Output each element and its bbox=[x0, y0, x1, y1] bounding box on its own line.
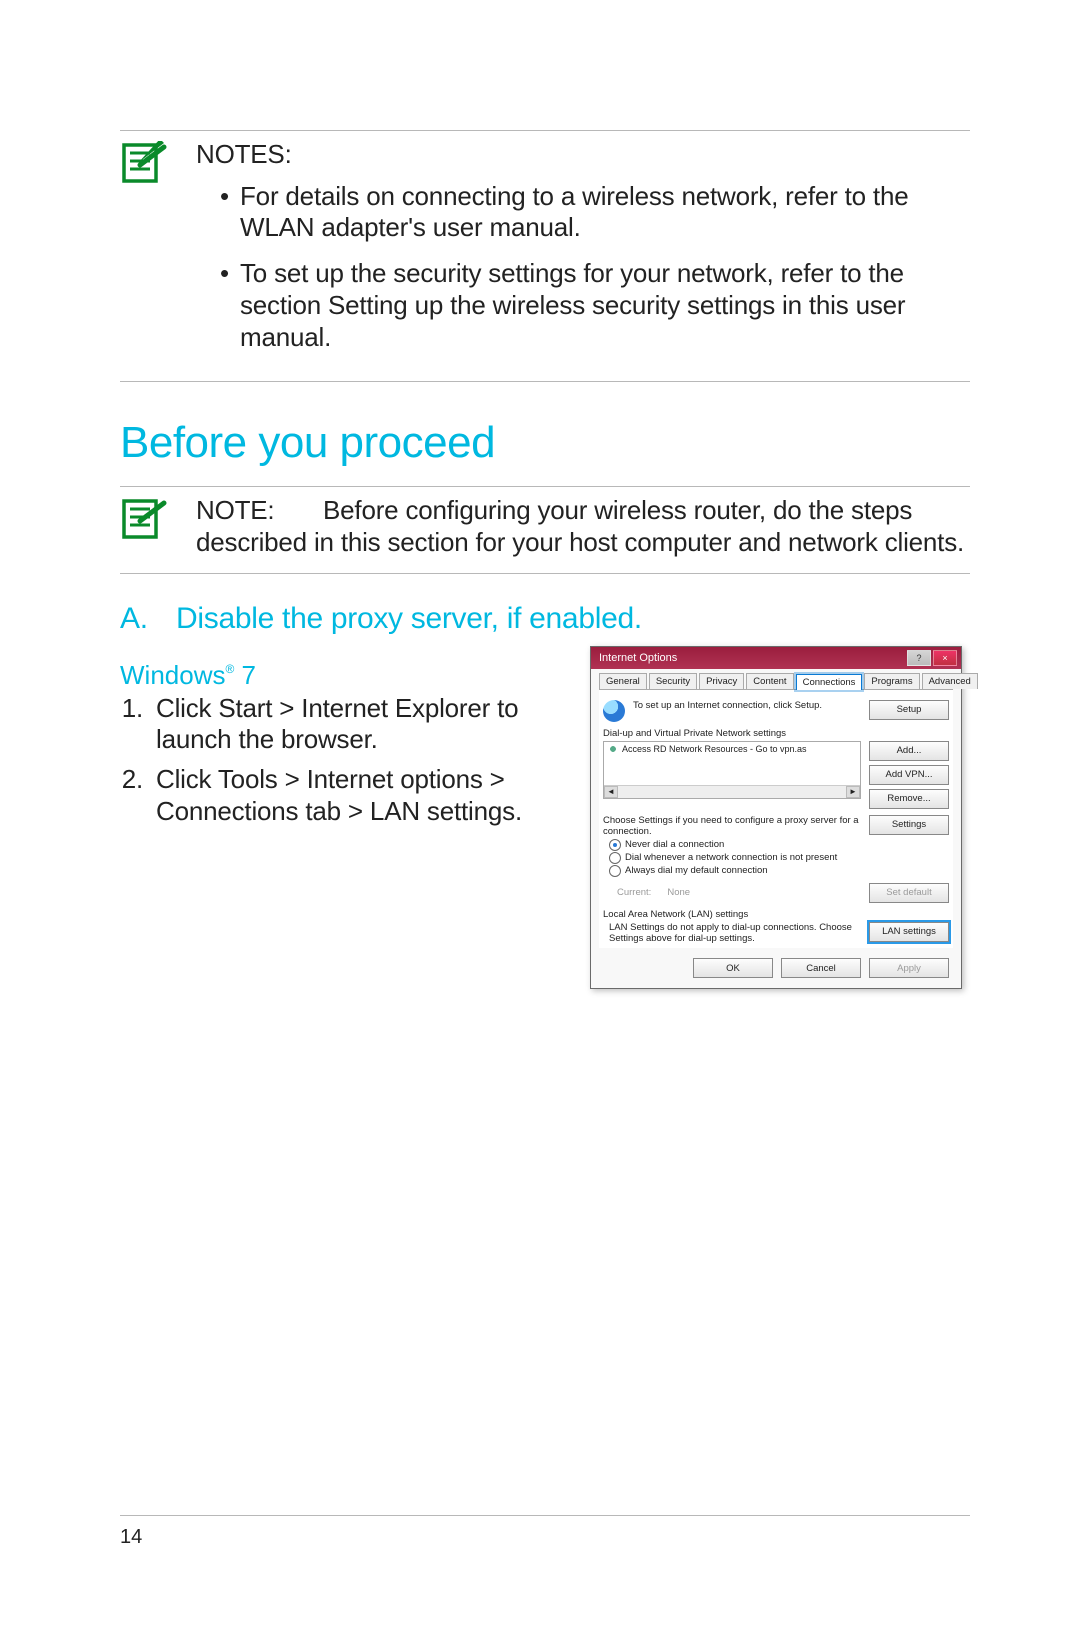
lan-settings-button[interactable]: LAN settings bbox=[869, 922, 949, 942]
tab-advanced[interactable]: Advanced bbox=[922, 673, 978, 689]
radio-always-dial[interactable]: Always dial my default connection bbox=[603, 865, 949, 877]
current-value: None bbox=[667, 887, 690, 898]
scroll-left-button[interactable]: ◄ bbox=[604, 786, 618, 798]
note-bullet: For details on connecting to a wireless … bbox=[220, 181, 970, 244]
close-button[interactable]: × bbox=[933, 650, 957, 666]
note-bullet: To set up the security settings for your… bbox=[220, 258, 970, 353]
tab-connections[interactable]: Connections bbox=[796, 674, 863, 690]
dialup-list-item[interactable]: Access RD Network Resources - Go to vpn.… bbox=[604, 742, 860, 756]
notes-block-2: NOTE: Before configuring your wireless r… bbox=[120, 487, 970, 572]
settings-button[interactable]: Settings bbox=[869, 815, 949, 835]
dialog-title: Internet Options bbox=[599, 652, 677, 664]
subheading-letter: A. bbox=[120, 602, 168, 636]
mid-rule bbox=[120, 381, 970, 382]
cancel-button[interactable]: Cancel bbox=[781, 958, 861, 978]
radio-dial-when-absent[interactable]: Dial whenever a network connection is no… bbox=[603, 852, 949, 864]
lan-group-label: Local Area Network (LAN) settings bbox=[603, 909, 949, 920]
tab-privacy[interactable]: Privacy bbox=[699, 673, 744, 689]
dialup-group-label: Dial-up and Virtual Private Network sett… bbox=[603, 728, 949, 739]
current-label: Current: bbox=[617, 887, 651, 898]
dialup-listbox[interactable]: Access RD Network Resources - Go to vpn.… bbox=[603, 741, 861, 799]
tab-content[interactable]: Content bbox=[746, 673, 793, 689]
set-default-button[interactable]: Set default bbox=[869, 883, 949, 903]
lan-text: LAN Settings do not apply to dial-up con… bbox=[603, 922, 861, 945]
internet-options-dialog: Internet Options ? × General Security Pr… bbox=[590, 646, 962, 990]
setup-button[interactable]: Setup bbox=[869, 700, 949, 720]
notes-label: NOTES: bbox=[196, 139, 970, 171]
page-footer: 14 bbox=[120, 1515, 970, 1549]
add-vpn-button[interactable]: Add VPN... bbox=[869, 765, 949, 785]
page-number: 14 bbox=[120, 1526, 142, 1548]
notes-block-1: NOTES: For details on connecting to a wi… bbox=[120, 131, 970, 381]
os-heading: Windows® 7 bbox=[120, 660, 566, 691]
add-button[interactable]: Add... bbox=[869, 741, 949, 761]
tabs-row: General Security Privacy Content Connect… bbox=[599, 673, 953, 690]
note-label: NOTE: bbox=[196, 495, 316, 527]
tab-programs[interactable]: Programs bbox=[864, 673, 919, 689]
section-title: Before you proceed bbox=[120, 418, 970, 468]
note-icon bbox=[120, 141, 168, 185]
step-item: Click Tools > Internet options > Connect… bbox=[150, 764, 566, 827]
setup-text: To set up an Internet connection, click … bbox=[633, 700, 861, 711]
radio-icon bbox=[609, 865, 621, 877]
apply-button[interactable]: Apply bbox=[869, 958, 949, 978]
step-item: Click Start > Internet Explorer to launc… bbox=[150, 693, 566, 756]
ok-button[interactable]: OK bbox=[693, 958, 773, 978]
remove-button[interactable]: Remove... bbox=[869, 789, 949, 809]
steps-list: Click Start > Internet Explorer to launc… bbox=[120, 693, 566, 828]
scroll-right-button[interactable]: ► bbox=[846, 786, 860, 798]
connection-icon bbox=[608, 744, 618, 754]
subheading-text: Disable the proxy server, if enabled. bbox=[176, 602, 642, 635]
subheading: A. Disable the proxy server, if enabled. bbox=[120, 602, 970, 636]
note-icon bbox=[120, 497, 168, 541]
help-button[interactable]: ? bbox=[907, 650, 931, 666]
tab-general[interactable]: General bbox=[599, 673, 647, 689]
rule-3 bbox=[120, 573, 970, 574]
radio-never-dial[interactable]: Never dial a connection bbox=[603, 839, 949, 851]
radio-icon bbox=[609, 839, 621, 851]
radio-icon bbox=[609, 852, 621, 864]
horizontal-scrollbar[interactable]: ◄ ► bbox=[604, 785, 860, 798]
dialog-titlebar: Internet Options ? × bbox=[591, 647, 961, 669]
tab-security[interactable]: Security bbox=[649, 673, 697, 689]
globe-icon bbox=[603, 700, 625, 722]
choose-settings-text: Choose Settings if you need to configure… bbox=[603, 815, 861, 838]
